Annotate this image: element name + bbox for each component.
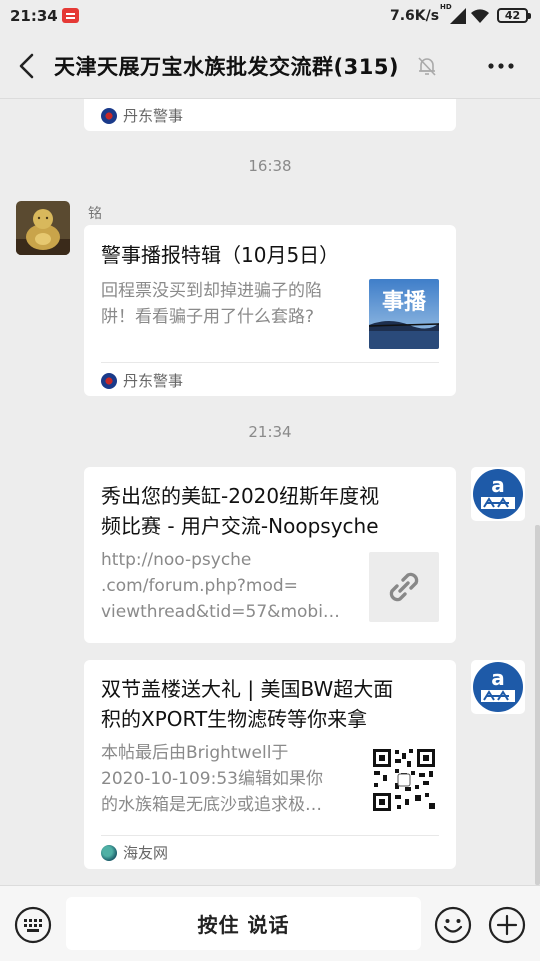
- card-divider: [101, 362, 439, 363]
- scrollbar[interactable]: [535, 525, 540, 885]
- card-title: 秀出您的美缸-2020纽斯年度视 频比赛 - 用户交流-Noopsyche: [101, 481, 451, 541]
- svg-text:a: a: [491, 473, 505, 497]
- notification-app-icon: [62, 8, 79, 23]
- svg-text:a: a: [491, 666, 505, 690]
- card-title-line: 秀出您的美缸-2020纽斯年度视: [101, 484, 380, 508]
- card-desc-line: 2020-10-109:53编辑如果你: [101, 769, 323, 789]
- card-desc-line: viewthread&tid=57&mobi…: [101, 602, 340, 622]
- card-description: 回程票没买到却掉进骗子的陷 阱！看看骗子用了什么套路?: [101, 278, 361, 330]
- avatar-image: [16, 201, 70, 255]
- card-source: 丹东警事: [101, 105, 183, 126]
- avatar[interactable]: a: [471, 660, 525, 714]
- card-divider: [101, 835, 439, 836]
- card-thumbnail: [369, 552, 439, 622]
- card-title: 双节盖楼送大礼 | 美国BW超大面 积的XPORT生物滤砖等你来拿: [101, 674, 451, 734]
- card-title-line: 双节盖楼送大礼 | 美国BW超大面: [101, 677, 394, 701]
- link-card[interactable]: 双节盖楼送大礼 | 美国BW超大面 积的XPORT生物滤砖等你来拿 本帖最后由B…: [84, 660, 456, 869]
- battery-icon: 42: [497, 8, 531, 23]
- qr-code-image: [372, 748, 436, 812]
- chat-title: 天津天展万宝水族批发交流群(315): [54, 55, 400, 79]
- card-source: 海友网: [101, 842, 168, 863]
- police-badge-icon: [101, 107, 117, 124]
- back-icon[interactable]: [14, 52, 40, 80]
- timestamp: 21:34: [248, 423, 292, 441]
- card-description: http://noo-psyche .com/forum.php?mod= vi…: [101, 547, 363, 625]
- avatar-image: a: [471, 467, 525, 521]
- card-source-label: 丹东警事: [123, 107, 184, 125]
- link-card-partial[interactable]: 丹东警事: [84, 99, 456, 131]
- card-title-line: 频比赛 - 用户交流-Noopsyche: [101, 514, 379, 538]
- haiyou-logo-icon: [101, 844, 117, 861]
- thumbnail-image: 事播: [369, 279, 439, 349]
- card-title: 警事播报特辑（10月5日）: [101, 243, 340, 267]
- link-icon: [389, 572, 419, 602]
- avatar[interactable]: [16, 201, 70, 255]
- mute-bell-icon: [418, 57, 436, 76]
- card-source-label: 丹东警事: [123, 372, 184, 390]
- hold-to-talk-button[interactable]: 按住 说话: [66, 897, 421, 950]
- card-thumbnail: [369, 745, 439, 815]
- avatar[interactable]: a: [471, 467, 525, 521]
- card-title-line: 积的XPORT生物滤砖等你来拿: [101, 707, 368, 731]
- card-desc-line: 的水族箱是无底沙或追求极…: [101, 795, 322, 815]
- keyboard-icon[interactable]: [14, 906, 52, 944]
- card-desc-line: 阱！看看骗子用了什么套路?: [101, 307, 315, 327]
- more-icon[interactable]: [486, 54, 516, 78]
- card-desc-line: 本帖最后由Brightwell于: [101, 743, 289, 763]
- card-source: 丹东警事: [101, 370, 183, 391]
- police-badge-icon: [101, 372, 117, 389]
- card-thumbnail: 事播: [369, 279, 439, 349]
- card-desc-line: .com/forum.php?mod=: [101, 576, 298, 596]
- chat-header: 天津天展万宝水族批发交流群(315): [0, 34, 540, 99]
- plus-icon[interactable]: [488, 906, 526, 944]
- sender-name: 铭: [88, 206, 102, 222]
- status-bar: 21:34 7.6K/s HD 42: [0, 0, 540, 34]
- card-description: 本帖最后由Brightwell于 2020-10-109:53编辑如果你 的水族…: [101, 740, 363, 818]
- link-card[interactable]: 警事播报特辑（10月5日） 回程票没买到却掉进骗子的陷 阱！看看骗子用了什么套路…: [84, 225, 456, 396]
- emoji-icon[interactable]: [434, 906, 472, 944]
- link-card[interactable]: 秀出您的美缸-2020纽斯年度视 频比赛 - 用户交流-Noopsyche ht…: [84, 467, 456, 643]
- card-desc-line: 回程票没买到却掉进骗子的陷: [101, 281, 322, 301]
- network-speed: 7.6K/s: [390, 8, 440, 24]
- wifi-icon: [471, 9, 489, 23]
- chat-messages[interactable]: 丹东警事 16:38 铭 警事播报特辑（10月5日） 回程票没买到却掉进骗子的陷…: [0, 99, 540, 885]
- signal-icon: [450, 8, 466, 24]
- card-source-label: 海友网: [123, 844, 169, 862]
- thumbnail-text: 事播: [382, 289, 427, 315]
- status-time: 21:34: [10, 7, 58, 25]
- card-desc-line: http://noo-psyche: [101, 550, 252, 570]
- avatar-image: a: [471, 660, 525, 714]
- input-bar: 按住 说话: [0, 885, 540, 961]
- timestamp: 16:38: [248, 157, 292, 175]
